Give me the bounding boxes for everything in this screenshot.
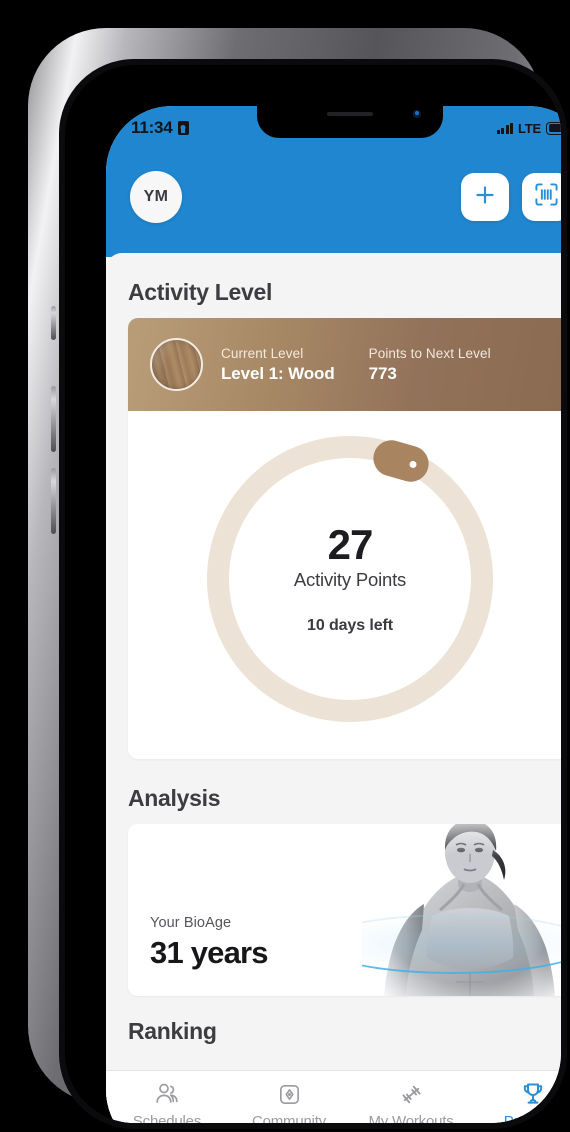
activity-level-card[interactable]: Current Level Level 1: Wood Points to Ne… xyxy=(128,318,561,759)
tab-my-workouts[interactable]: My Workouts xyxy=(350,1080,472,1123)
app-header: 11:34 LTE YM xyxy=(106,106,561,257)
phone-screen: 11:34 LTE YM Activity Level Current Leve… xyxy=(106,106,561,1123)
phone-bezel: 11:34 LTE YM Activity Level Current Leve… xyxy=(65,65,561,1123)
cellular-bars-icon xyxy=(496,122,513,134)
status-bar-left: 11:34 xyxy=(131,118,189,138)
add-button[interactable] xyxy=(461,173,509,221)
body-scan-ring xyxy=(362,914,561,974)
bioage-card-body: Your BioAge 31 years xyxy=(128,824,561,996)
athlete-body-scan-photo xyxy=(362,824,561,996)
avatar[interactable]: YM xyxy=(130,171,182,223)
bioage-text-block: Your BioAge 31 years xyxy=(150,915,269,971)
trophy-icon xyxy=(520,1080,546,1108)
status-bar: 11:34 LTE xyxy=(106,106,561,142)
people-group-icon xyxy=(154,1080,180,1108)
page-title-activity-level: Activity Level xyxy=(128,279,273,305)
activity-ring-section: 27 Activity Points 10 days left xyxy=(128,411,561,759)
current-level-value: Level 1: Wood xyxy=(221,363,335,383)
tab-label: My Workouts xyxy=(368,1113,454,1123)
tab-label: Community xyxy=(251,1113,327,1123)
mute-switch[interactable] xyxy=(51,306,56,340)
header-buttons xyxy=(461,173,561,221)
tab-label: Schedules xyxy=(132,1113,202,1123)
status-time: 11:34 xyxy=(131,118,173,137)
battery-full-icon xyxy=(546,121,561,135)
dumbbell-icon xyxy=(398,1080,425,1108)
plus-icon xyxy=(473,183,497,212)
scroll-content[interactable]: Activity Level Current Level Level 1: Wo… xyxy=(106,253,561,1123)
activity-progress-ring: 27 Activity Points 10 days left xyxy=(200,429,500,729)
bioage-value: 31 years xyxy=(150,935,269,970)
tab-schedules[interactable]: Schedules xyxy=(106,1080,228,1123)
screen-lock-portrait-icon xyxy=(177,121,189,135)
page-title-ranking: Ranking xyxy=(128,1018,217,1044)
content-inner: Activity Level Current Level Level 1: Wo… xyxy=(106,253,561,1057)
volume-down-button[interactable] xyxy=(51,468,56,534)
phone-frame: 11:34 LTE YM Activity Level Current Leve… xyxy=(28,28,567,1129)
network-type-label: LTE xyxy=(518,120,541,136)
wood-level-badge-icon xyxy=(150,338,203,391)
level-banner: Current Level Level 1: Wood Points to Ne… xyxy=(128,318,561,411)
volume-up-button[interactable] xyxy=(51,386,56,452)
status-bar-right: LTE xyxy=(496,120,561,136)
days-left-label: 10 days left xyxy=(307,617,393,635)
bioage-label: Your BioAge xyxy=(150,915,232,931)
tab-progress[interactable]: Progress xyxy=(472,1080,561,1123)
current-level-block: Current Level Level 1: Wood xyxy=(221,346,335,384)
page-title-analysis: Analysis xyxy=(128,785,221,811)
barcode-scan-icon xyxy=(534,182,559,212)
avatar-initials: YM xyxy=(143,188,169,205)
points-to-next-label: Points to Next Level xyxy=(368,345,491,361)
points-to-next-block: Points to Next Level 773 xyxy=(369,346,491,384)
current-level-label: Current Level xyxy=(221,345,304,361)
header-action-row: YM xyxy=(106,162,561,232)
screenshot-root: 11:34 LTE YM Activity Level Current Leve… xyxy=(0,0,570,1132)
level-info-columns: Current Level Level 1: Wood Points to Ne… xyxy=(221,346,491,384)
activity-points-value: 27 xyxy=(327,520,374,568)
tab-community[interactable]: Community xyxy=(228,1080,350,1123)
tab-label: Progress xyxy=(503,1113,561,1123)
analysis-card[interactable]: Your BioAge 31 years xyxy=(128,824,561,996)
activity-points-caption: Activity Points xyxy=(293,569,407,591)
ring-center-labels: 27 Activity Points 10 days left xyxy=(200,429,500,729)
scan-barcode-button[interactable] xyxy=(522,173,561,221)
bottom-tab-bar: Schedules Community My Workouts Progress xyxy=(106,1070,561,1123)
community-diamond-icon xyxy=(277,1080,302,1108)
points-to-next-value: 773 xyxy=(368,363,397,383)
